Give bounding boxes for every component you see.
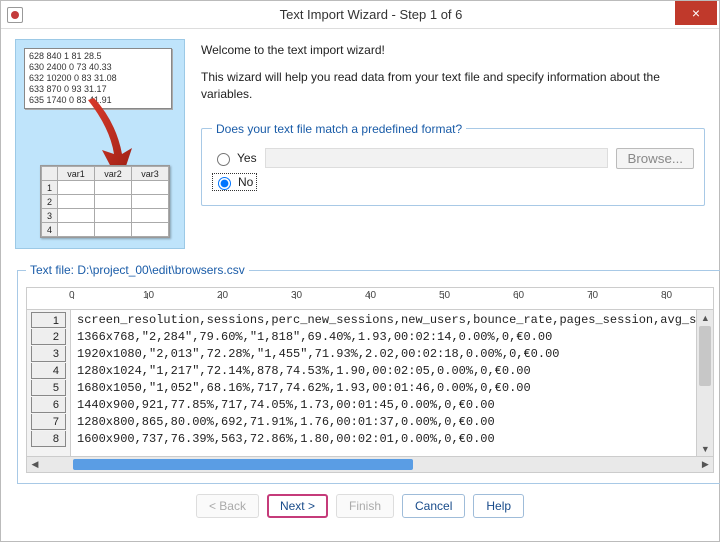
ruler-tick: 70 [591,288,602,299]
radio-no-label[interactable]: No [238,175,253,189]
wizard-window: Text Import Wizard - Step 1 of 6 × 628 8… [0,0,720,542]
text-file-legend: Text file: D:\project_00\edit\browsers.c… [26,263,249,277]
column-ruler: 0 10 20 30 40 50 60 70 80 [26,287,714,309]
window-title: Text Import Wizard - Step 1 of 6 [23,7,719,22]
welcome-heading: Welcome to the text import wizard! [201,43,705,57]
scroll-right-icon[interactable]: ▶ [697,457,713,472]
text-file-group: Text file: D:\project_00\edit\browsers.c… [17,263,720,484]
welcome-body: This wizard will help you read data from… [201,69,705,104]
file-path: D:\project_00\edit\browsers.csv [77,263,244,277]
predefined-path-field [265,148,609,168]
preview-line: 1680x1050,"1,052",68.16%,717,74.62%,1.93… [77,380,696,397]
help-button[interactable]: Help [473,494,524,518]
row-number: 2 [31,329,66,345]
ruler-tick: 10 [147,288,158,299]
radio-no[interactable] [218,177,231,190]
illustration-panel: 628 840 1 81 28.5 630 2400 0 73 40.33 63… [15,39,185,249]
row-number: 5 [31,380,66,396]
wizard-buttons: < Back Next > Finish Cancel Help [15,484,705,530]
radio-yes[interactable] [217,153,230,166]
radio-yes-label[interactable]: Yes [237,151,257,165]
welcome-section: Welcome to the text import wizard! This … [201,39,705,249]
ruler-tick: 60 [517,288,528,299]
vertical-scrollbar[interactable]: ▲ ▼ [696,310,713,456]
preview-line: screen_resolution,sessions,perc_new_sess… [77,312,696,329]
ruler-tick: 80 [665,288,676,299]
preview-line: 1280x1024,"1,217",72.14%,878,74.53%,1.90… [77,363,696,380]
close-button[interactable]: × [675,1,717,25]
cancel-button[interactable]: Cancel [402,494,465,518]
scroll-left-icon[interactable]: ◀ [27,457,43,472]
content-area: 628 840 1 81 28.5 630 2400 0 73 40.33 63… [1,29,719,541]
vertical-scroll-thumb[interactable] [699,326,711,386]
preview-lines: screen_resolution,sessions,perc_new_sess… [71,310,696,456]
ruler-tick: 50 [443,288,454,299]
predefined-format-group: Does your text file match a predefined f… [201,122,705,206]
horizontal-scroll-thumb[interactable] [73,459,413,470]
row-number: 3 [31,346,66,362]
ruler-tick: 20 [221,288,232,299]
illustration-data-grid: var1var2var3 1 2 3 4 [40,165,170,238]
scroll-down-icon[interactable]: ▼ [697,441,713,456]
row-number: 8 [31,431,66,447]
preview-line: 1600x900,737,76.39%,563,72.86%,1.80,00:0… [77,431,696,448]
file-preview: 12345678 screen_resolution,sessions,perc… [26,309,714,457]
browse-button[interactable]: Browse... [616,148,694,169]
row-number: 1 [31,312,66,328]
next-button[interactable]: Next > [267,494,328,518]
row-number-gutter: 12345678 [27,310,71,456]
titlebar: Text Import Wizard - Step 1 of 6 × [1,1,719,29]
back-button[interactable]: < Back [196,494,259,518]
preview-line: 1280x800,865,80.00%,692,71.91%,1.76,00:0… [77,414,696,431]
preview-line: 1366x768,"2,284",79.60%,"1,818",69.40%,1… [77,329,696,346]
preview-line: 1440x900,921,77.85%,717,74.05%,1.73,00:0… [77,397,696,414]
row-number: 4 [31,363,66,379]
scroll-up-icon[interactable]: ▲ [697,310,713,325]
row-number: 6 [31,397,66,413]
row-number: 7 [31,414,66,430]
ruler-tick: 40 [369,288,380,299]
app-icon [7,7,23,23]
finish-button[interactable]: Finish [336,494,394,518]
ruler-tick: 30 [295,288,306,299]
ruler-tick: 0 [73,288,79,299]
preview-line: 1920x1080,"2,013",72.28%,"1,455",71.93%,… [77,346,696,363]
predefined-format-legend: Does your text file match a predefined f… [212,122,466,136]
horizontal-scrollbar[interactable]: ◀ ▶ [26,457,714,473]
close-icon: × [692,5,700,21]
